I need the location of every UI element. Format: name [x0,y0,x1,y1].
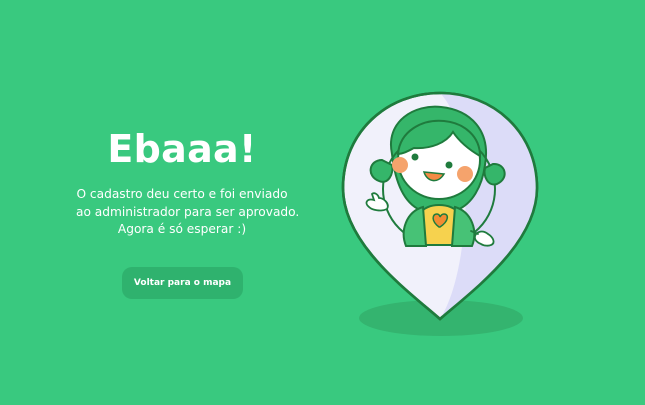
back-to-map-button[interactable]: Voltar para o mapa [122,267,243,299]
success-page: Ebaaa! O cadastro deu certo e foi enviad… [0,0,645,405]
success-message: O cadastro deu certo e foi enviado ao ad… [76,186,300,239]
success-title: Ebaaa! [107,127,257,171]
message-line-3: Agora é só esperar :) [117,222,247,236]
message-line-2: ao administrador para ser aprovado. [76,204,300,219]
map-pin-girl-illustration [341,91,539,336]
success-content: Ebaaa! [72,126,292,172]
message-line-1: O cadastro deu certo e foi enviado [76,187,288,201]
